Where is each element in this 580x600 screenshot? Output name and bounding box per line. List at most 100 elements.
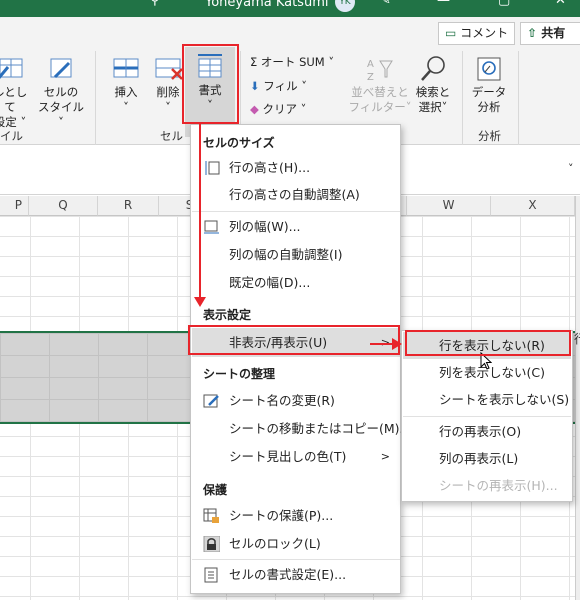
avatar[interactable]: YK bbox=[335, 0, 355, 12]
submenu-divider bbox=[403, 416, 571, 417]
menu-section-visibility: 表示設定 bbox=[203, 308, 252, 322]
menu-divider bbox=[192, 211, 400, 212]
column-header-p[interactable]: P bbox=[0, 196, 29, 216]
chevron-down-icon: ˅ bbox=[297, 102, 307, 116]
chevron-down-icon: ˅ bbox=[165, 100, 171, 114]
highlight-hide-unhide bbox=[188, 325, 400, 355]
chevron-down-icon: ˅ bbox=[441, 100, 448, 114]
menu-item-row-height[interactable]: 行の高さ(H)... bbox=[192, 155, 400, 181]
data-analysis-label-1: データ bbox=[471, 85, 507, 99]
delete-label: 削除 bbox=[156, 85, 180, 99]
chevron-down-icon: ˅ bbox=[123, 100, 129, 114]
format-as-table-button[interactable]: ルとして 設定 ˅ bbox=[0, 55, 32, 130]
delete-cells-icon bbox=[155, 58, 183, 80]
submenu-item-unhide-columns[interactable]: 列の再表示(L) bbox=[403, 445, 571, 472]
sort-filter-label-1: 並べ替えと bbox=[351, 85, 409, 99]
cell-style-icon bbox=[50, 58, 72, 79]
data-analysis-button[interactable]: データ 分析 bbox=[468, 55, 510, 115]
formula-expand-icon[interactable]: ˅ bbox=[568, 162, 574, 175]
autosum-button[interactable]: Σ オート SUM ˅ bbox=[250, 54, 334, 70]
insert-label: 挿入 bbox=[114, 85, 138, 99]
column-autofit-label: 列の幅の自動調整(I) bbox=[229, 247, 343, 262]
clear-button[interactable]: ◆ クリア ˅ bbox=[250, 101, 306, 117]
menu-item-lock-cell[interactable]: セルのロック(L) bbox=[192, 531, 400, 557]
svg-text:A: A bbox=[367, 59, 374, 70]
menu-item-rename-sheet[interactable]: シート名の変更(R) bbox=[192, 388, 400, 414]
share-button[interactable]: ⇧ 共有 bbox=[520, 22, 580, 45]
menu-section-protect: 保護 bbox=[203, 483, 228, 497]
lock-cell-label: セルのロック(L) bbox=[229, 536, 321, 551]
sort-filter-icon: AZ bbox=[367, 59, 393, 83]
annotation-arrow-line bbox=[370, 343, 394, 345]
title-bar: ⚲ Yoneyama Katsumi YK ✎ — ▢ ✕ bbox=[0, 0, 580, 17]
fill-label: フィル bbox=[263, 79, 298, 93]
table-format-icon bbox=[0, 58, 23, 79]
row-height-icon bbox=[205, 161, 220, 175]
group-divider bbox=[518, 51, 519, 145]
magnifier-icon bbox=[421, 56, 445, 81]
chevron-down-icon: ˅ bbox=[16, 115, 27, 129]
sort-filter-label-2: フィルター bbox=[348, 100, 406, 114]
restore-icon[interactable]: ▢ bbox=[498, 0, 510, 8]
annotation-arrow-head-down bbox=[194, 297, 206, 307]
highlight-hide-rows bbox=[405, 330, 571, 356]
row-autofit-label: 行の高さの自動調整(A) bbox=[229, 187, 360, 202]
find-select-button[interactable]: 検索と 選択˅ bbox=[410, 55, 456, 115]
share-icon: ⇧ bbox=[527, 26, 542, 40]
vertical-scrollbar[interactable] bbox=[575, 196, 580, 600]
protect-sheet-icon bbox=[203, 508, 219, 523]
data-analysis-label-2: 分析 bbox=[477, 100, 501, 114]
menu-item-move-copy-sheet[interactable]: シートの移動またはコピー(M)... bbox=[192, 416, 411, 442]
unhide-sheet-label: シートの再表示(H)... bbox=[439, 478, 558, 493]
format-cells-label: セルの書式設定(E)... bbox=[229, 567, 347, 582]
group-divider bbox=[95, 51, 96, 145]
annotation-arrow-line bbox=[199, 124, 201, 302]
menu-item-row-autofit[interactable]: 行の高さの自動調整(A) bbox=[192, 182, 400, 208]
close-icon[interactable]: ✕ bbox=[555, 0, 566, 8]
cell-style-button[interactable]: セルの スタイル ˅ bbox=[36, 55, 86, 130]
cell-style-label-1: セルの bbox=[43, 85, 79, 99]
column-header-x[interactable]: X bbox=[491, 196, 575, 216]
insert-cells-icon bbox=[113, 58, 139, 78]
chevron-down-icon: ˅ bbox=[324, 55, 335, 69]
comment-button[interactable]: ▭ コメント bbox=[438, 22, 516, 45]
fill-button[interactable]: ⬇ フィル ˅ bbox=[250, 78, 307, 94]
sort-filter-button: AZ 並べ替えと フィルター˅ bbox=[347, 55, 413, 115]
menu-item-tab-color[interactable]: シート見出しの色(T) > bbox=[192, 444, 400, 470]
share-label: 共有 bbox=[541, 26, 566, 40]
find-select-label-1: 検索と bbox=[415, 85, 451, 99]
menu-item-format-cells[interactable]: セルの書式設定(E)... bbox=[192, 562, 400, 588]
find-select-label-2: 選択 bbox=[418, 100, 442, 114]
minimize-icon[interactable]: — bbox=[437, 0, 450, 8]
eraser-icon: ◆ bbox=[250, 102, 263, 116]
row-height-label: 行の高さ(H)... bbox=[229, 160, 311, 175]
insert-button[interactable]: 挿入 ˅ bbox=[104, 55, 148, 115]
autosum-label: オート SUM bbox=[260, 55, 325, 69]
comment-icon: ▭ bbox=[445, 26, 461, 40]
highlight-format-button bbox=[182, 44, 239, 124]
analyze-data-icon bbox=[477, 57, 501, 81]
submenu-item-hide-sheet[interactable]: シートを表示しない(S) bbox=[403, 386, 571, 413]
column-header-r[interactable]: R bbox=[98, 196, 159, 216]
format-cells-dialog-icon bbox=[204, 567, 218, 583]
column-width-icon bbox=[204, 220, 219, 234]
default-width-label: 既定の幅(D)... bbox=[229, 275, 311, 290]
column-header-q[interactable]: Q bbox=[29, 196, 98, 216]
pen-icon[interactable]: ✎ bbox=[380, 0, 391, 8]
user-name: Yoneyama Katsumi bbox=[205, 0, 329, 10]
comment-label: コメント bbox=[460, 26, 509, 40]
menu-item-column-autofit[interactable]: 列の幅の自動調整(I) bbox=[192, 242, 400, 268]
format-as-table-label-2: 設定 bbox=[0, 115, 17, 129]
search-icon[interactable]: ⚲ bbox=[150, 0, 160, 8]
menu-section-organize: シートの整理 bbox=[203, 367, 276, 381]
menu-item-column-width[interactable]: 列の幅(W)... bbox=[192, 214, 400, 240]
menu-item-protect-sheet[interactable]: シートの保護(P)... bbox=[192, 503, 400, 529]
menu-item-default-width[interactable]: 既定の幅(D)... bbox=[192, 270, 400, 296]
format-menu: セルのサイズ 行の高さ(H)... 行の高さの自動調整(A) 列の幅(W)...… bbox=[190, 124, 411, 594]
unhide-rows-label: 行の再表示(O) bbox=[439, 424, 522, 439]
group-label-cells: セル bbox=[160, 129, 183, 143]
rename-sheet-icon bbox=[203, 394, 219, 408]
column-header-w[interactable]: W bbox=[407, 196, 491, 216]
submenu-item-unhide-rows[interactable]: 行の再表示(O) bbox=[403, 418, 571, 445]
protect-sheet-label: シートの保護(P)... bbox=[229, 508, 334, 523]
